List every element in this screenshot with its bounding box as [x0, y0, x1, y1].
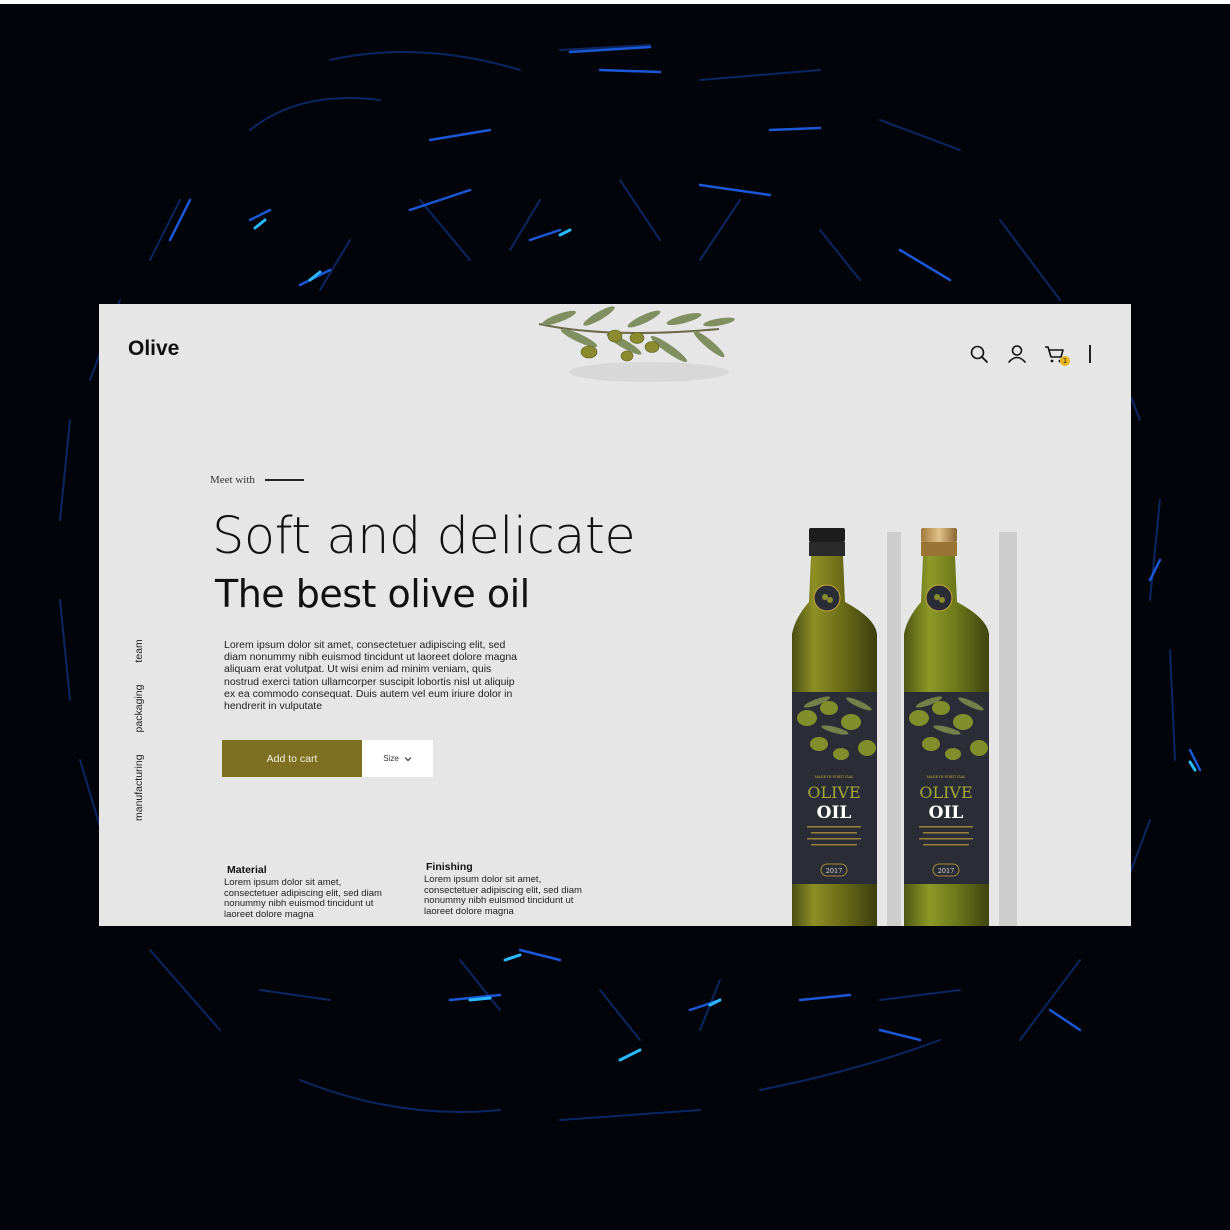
landing-page: Olive 1 Meet with Soft and delicate The …: [99, 304, 1131, 926]
size-label: Size: [383, 754, 399, 763]
nav-item-packaging[interactable]: packaging: [133, 685, 145, 733]
feature-material: Material Lorem ipsum dolor sit amet, con…: [224, 864, 384, 920]
purchase-actions: Add to cart Size: [222, 740, 433, 777]
search-icon[interactable]: [967, 342, 991, 366]
label-oil-left: OIL: [817, 803, 852, 823]
bottle-left: MADE IN PORTUGAL OLIVE OIL 2017: [792, 528, 877, 926]
hero-subheadline: The best olive oil: [215, 572, 530, 616]
olive-branch-illustration: [538, 306, 735, 382]
size-dropdown[interactable]: Size: [362, 740, 433, 777]
cart-count-badge: 1: [1060, 356, 1070, 366]
feature-finishing: Finishing Lorem ipsum dolor sit amet, co…: [424, 861, 584, 917]
header-actions: 1: [967, 342, 1091, 366]
nav-item-team[interactable]: team: [133, 639, 145, 662]
user-icon[interactable]: [1005, 342, 1029, 366]
chevron-down-icon: [404, 756, 412, 761]
feature-title: Finishing: [426, 861, 473, 873]
label-year-right: 2017: [938, 867, 955, 875]
logo[interactable]: Olive: [128, 337, 179, 361]
eyebrow-line: [264, 479, 304, 481]
header-divider: [1089, 345, 1091, 363]
hero-description: Lorem ipsum dolor sit amet, consectetuer…: [224, 639, 518, 713]
vertical-nav: manufacturing packaging team: [127, 636, 151, 821]
label-oil-right: OIL: [929, 803, 964, 823]
eyebrow-text: Meet with: [210, 474, 255, 486]
feature-text: Lorem ipsum dolor sit amet, consectetuer…: [424, 874, 582, 917]
top-border: [0, 0, 1230, 4]
hero-headline: Soft and delicate: [212, 507, 636, 566]
add-to-cart-button[interactable]: Add to cart: [222, 740, 362, 777]
label-year-left: 2017: [826, 867, 843, 875]
nav-item-manufacturing[interactable]: manufacturing: [133, 754, 145, 821]
bottle-right: MADE IN PORTUGAL OLIVE OIL 2017: [904, 528, 989, 926]
feature-title: Material: [227, 864, 267, 876]
label-olive-right: OLIVE: [919, 783, 972, 802]
label-origin-left: MADE IN PORTUGAL: [815, 775, 855, 779]
cart-button[interactable]: 1: [1043, 342, 1070, 366]
feature-text: Lorem ipsum dolor sit amet, consectetuer…: [224, 877, 382, 920]
label-origin-right: MADE IN PORTUGAL: [927, 775, 967, 779]
label-olive-left: OLIVE: [807, 783, 860, 802]
eyebrow: Meet with: [210, 474, 304, 486]
product-image: MADE IN PORTUGAL OLIVE OIL 2017 MADE IN …: [789, 522, 1029, 926]
